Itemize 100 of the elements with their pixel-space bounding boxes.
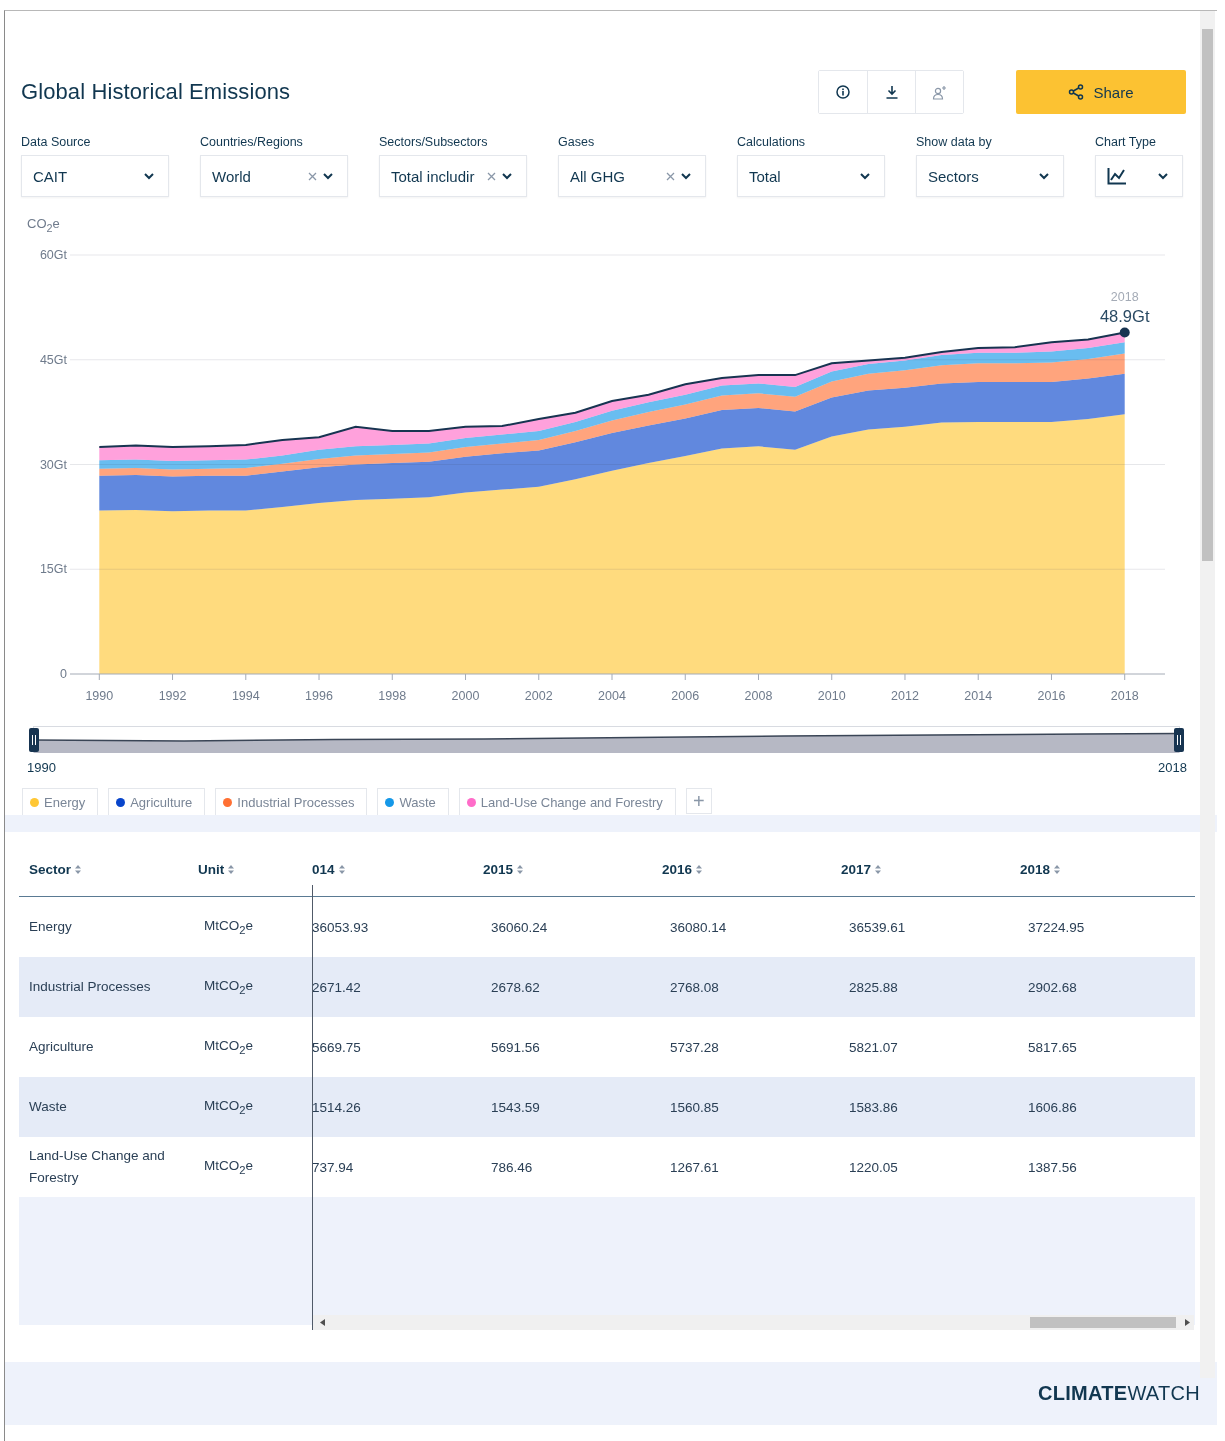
chevron-down-icon (681, 172, 691, 180)
dropdown[interactable]: All GHG (558, 155, 706, 197)
table-cell-text: 2678.62 (490, 979, 541, 995)
column-header[interactable]: 2018 (1012, 862, 1191, 877)
sort-icon (696, 865, 703, 874)
table-cell-text: 737.94 (312, 1159, 355, 1175)
table-cell-text: Waste (28, 1098, 68, 1116)
axis-label: 2000 (451, 689, 480, 703)
table-cell-text: MtCO$_{2}$e (203, 1158, 255, 1176)
dropdown[interactable]: CAIT (21, 155, 169, 197)
legend-label: Land-Use Change and Forestry (480, 794, 663, 810)
axis-label: 2002 (524, 689, 553, 703)
legend-item[interactable]: Energy (22, 788, 99, 815)
axis-label: 1992 (158, 689, 187, 703)
column-header[interactable]: Sector (19, 862, 190, 877)
table-cell-text: 5691.56 (490, 1039, 541, 1055)
scrollbar-thumb[interactable] (1202, 29, 1213, 561)
dropdown[interactable]: World (200, 155, 348, 197)
column-header[interactable]: Unit (190, 862, 312, 877)
filter-label: Data Source (21, 135, 92, 151)
range-label: 2018 (1158, 760, 1187, 775)
table-cell-text: 5669.75 (312, 1039, 362, 1055)
filter-label: Chart Type (1095, 135, 1157, 151)
legend-label: Agriculture (130, 794, 193, 810)
chevron-down-icon (1039, 172, 1049, 180)
slider-handle[interactable] (1174, 728, 1184, 752)
table-cell-text: MtCO$_{2}$e (203, 918, 255, 936)
legend-item[interactable]: Industrial Processes (215, 788, 368, 815)
table-cell-text: MtCO$_{2}$e (203, 978, 255, 996)
table-cell-text: MtCO$_{2}$e (203, 1038, 255, 1056)
axis-label: 1998 (378, 689, 407, 703)
line-chart-icon (1107, 167, 1127, 185)
axis-label: 2018 (1110, 689, 1139, 703)
filter-label: Calculations (737, 135, 807, 151)
sort-icon (1054, 865, 1061, 874)
dropdown[interactable]: Sectors (916, 155, 1064, 197)
axis-label: 2016 (1037, 689, 1066, 703)
share-button[interactable]: Share (1016, 70, 1186, 114)
dropdown[interactable]: Total includir (379, 155, 527, 197)
axis-label: 2008 (744, 689, 773, 703)
scroll-right-icon (1185, 1319, 1190, 1326)
tooltip-value: 48.9Gt (1099, 306, 1150, 325)
slider-handle[interactable] (29, 728, 39, 752)
table-cell-text: 1606.86 (1027, 1099, 1078, 1115)
horizontal-scrollbar[interactable] (313, 1315, 1194, 1330)
legend-label: Industrial Processes (237, 794, 355, 810)
scroll-left-icon (320, 1319, 325, 1326)
dropdown[interactable] (1095, 155, 1183, 197)
axis-label: 2014 (964, 689, 993, 703)
column-header[interactable]: 2017 (833, 862, 1012, 877)
table-cell-text: Agriculture (28, 1038, 95, 1056)
table-cell-text: 36539.61 (848, 919, 907, 935)
grip-icon (32, 735, 36, 745)
sort-icon (875, 865, 882, 874)
share-icon (1068, 84, 1085, 100)
sort-icon (228, 865, 235, 874)
axis-label: 15Gt (39, 562, 67, 577)
range-label: 1990 (27, 760, 56, 775)
filter-label: Show data by (916, 135, 993, 151)
grip-icon (1177, 735, 1181, 745)
column-header[interactable]: 2015 (475, 862, 654, 877)
table-cell-text: 2902.68 (1027, 979, 1078, 995)
chevron-down-icon (323, 172, 333, 180)
table-cell-text: Energy (28, 918, 73, 936)
table-cell-text: 5821.07 (848, 1039, 899, 1055)
filter-label: Gases (558, 135, 596, 151)
table-cell-text: 1267.61 (669, 1159, 720, 1175)
legend-item[interactable]: Waste (377, 788, 449, 815)
axis-label: 2006 (671, 689, 700, 703)
axis-label: 0 (60, 667, 67, 681)
axis-label: 1990 (85, 689, 114, 703)
legend-label: Waste (399, 794, 436, 810)
legend-item[interactable]: Land-Use Change and Forestry (458, 788, 676, 815)
table-cell-text: 1220.05 (848, 1159, 899, 1175)
table-cell-text: 5737.28 (669, 1039, 720, 1055)
column-header[interactable]: 2016 (654, 862, 833, 877)
scrollbar-thumb[interactable] (1030, 1317, 1176, 1328)
legend-item[interactable]: Agriculture (108, 788, 206, 815)
column-header[interactable]: 014 (312, 862, 475, 877)
table-cell-text: 1387.56 (1027, 1159, 1078, 1175)
axis-label: 1994 (231, 689, 260, 703)
chevron-down-icon (1158, 172, 1168, 180)
add-user-icon (932, 84, 947, 100)
data-point-marker (1119, 327, 1130, 338)
table-cell-text: 36080.14 (669, 919, 728, 935)
filter-label: Sectors/Subsectors (379, 135, 489, 151)
table-cell-text: Industrial Processes (28, 978, 152, 996)
table-cell-text: MtCO$_{2}$e (203, 1098, 255, 1116)
axis-label: 2010 (817, 689, 846, 703)
sort-icon (75, 865, 82, 874)
table-cell-text: 786.46 (490, 1159, 534, 1175)
table-cell-text: 1514.26 (312, 1099, 362, 1115)
info-icon (836, 85, 850, 99)
table-cell-text: 2825.88 (848, 979, 899, 995)
dropdown[interactable]: Total (737, 155, 885, 197)
chevron-down-icon (860, 172, 870, 180)
table-cell-text: 37224.95 (1027, 919, 1086, 935)
axis-label: 2004 (598, 689, 626, 703)
axis-label: 60Gt (39, 248, 67, 262)
download-icon (884, 85, 899, 99)
